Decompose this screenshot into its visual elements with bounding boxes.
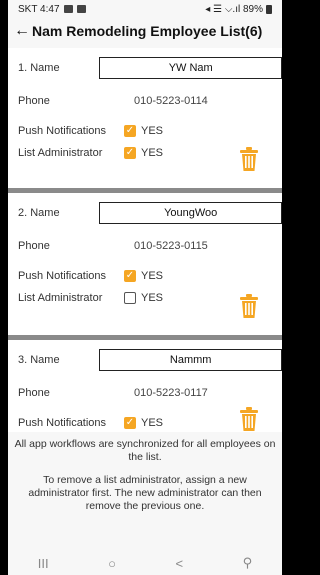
name-input[interactable]: YW Nam — [99, 57, 282, 79]
notice-admin-text: To remove a list administrator, assign a… — [28, 474, 262, 512]
admin-label: List Administrator — [18, 147, 103, 159]
phone-label: Phone — [18, 387, 50, 399]
name-row: 2. Name YoungWoo — [8, 199, 282, 227]
push-checkbox[interactable]: ✓ YES — [124, 417, 163, 429]
status-right: ◂ ☰ ⌵.ıl 89% — [205, 4, 272, 15]
status-left: SKT 4:47 — [18, 4, 86, 15]
employee-card: 3. Name Nammm Phone 010-5223-0117 Push N… — [8, 340, 282, 432]
phone-row: Phone 010-5223-0115 — [8, 227, 282, 265]
name-label: 2. Name — [18, 207, 60, 219]
accessibility-icon[interactable]: ⚲ — [243, 555, 253, 571]
phone-value: 010-5223-0117 — [134, 387, 208, 399]
employee-card: 1. Name YW Nam Phone 010-5223-0114 Push … — [8, 48, 282, 188]
gallery-icon — [63, 5, 73, 13]
admin-label: List Administrator — [18, 292, 103, 304]
name-input[interactable]: Nammm — [99, 349, 282, 371]
back-button[interactable]: < — [176, 556, 184, 571]
battery-icon — [266, 4, 272, 14]
app-bar: ← Nam Remodeling Employee List(6) — [8, 18, 282, 44]
trash-icon[interactable] — [238, 406, 260, 432]
message-icon — [76, 5, 86, 13]
push-row: Push Notifications ✓ YES — [8, 120, 282, 142]
name-row: 1. Name YW Nam — [8, 54, 282, 82]
phone-value: 010-5223-0114 — [134, 95, 208, 107]
phone-label: Phone — [18, 240, 50, 252]
admin-yes-text: YES — [141, 147, 164, 159]
info-notice: All app workflows are synchronized for a… — [8, 432, 282, 550]
admin-checkbox[interactable]: ✓ YES — [124, 147, 163, 159]
admin-yes-text: YES — [141, 292, 164, 304]
notice-sync-text: All app workflows are synchronized for a… — [14, 438, 276, 463]
employee-list: 1. Name YW Nam Phone 010-5223-0114 Push … — [8, 48, 282, 432]
push-yes-text: YES — [141, 417, 164, 429]
push-checkbox[interactable]: ✓ YES — [124, 125, 163, 137]
trash-icon[interactable] — [238, 293, 260, 319]
page-title: Nam Remodeling Employee List(6) — [32, 23, 263, 39]
employee-card: 2. Name YoungWoo Phone 010-5223-0115 Pus… — [8, 193, 282, 335]
name-row: 3. Name Nammm — [8, 346, 282, 374]
phone-label: Phone — [18, 95, 50, 107]
name-label: 3. Name — [18, 354, 60, 366]
status-bar: SKT 4:47 ◂ ☰ ⌵.ıl 89% — [8, 0, 282, 18]
phone-row: Phone 010-5223-0114 — [8, 82, 282, 120]
push-row: Push Notifications ✓ YES — [8, 265, 282, 287]
system-nav-bar: III ○ < ⚲ — [8, 551, 282, 575]
check-icon: ✓ — [124, 270, 136, 282]
checkbox-empty-icon — [124, 292, 136, 304]
push-checkbox[interactable]: ✓ YES — [124, 270, 163, 282]
check-icon: ✓ — [124, 417, 136, 429]
phone-value: 010-5223-0115 — [134, 240, 208, 252]
push-label: Push Notifications — [18, 125, 107, 137]
check-icon: ✓ — [124, 147, 136, 159]
status-indicators: ◂ ☰ ⌵.ıl 89% — [205, 3, 263, 15]
back-arrow-icon[interactable]: ← — [14, 22, 30, 40]
push-label: Push Notifications — [18, 270, 107, 282]
check-icon: ✓ — [124, 125, 136, 137]
name-input[interactable]: YoungWoo — [99, 202, 282, 224]
admin-checkbox[interactable]: YES — [124, 292, 163, 304]
push-yes-text: YES — [141, 270, 164, 282]
recent-apps-button[interactable]: III — [38, 556, 49, 571]
trash-icon[interactable] — [238, 146, 260, 172]
home-button[interactable]: ○ — [108, 556, 116, 571]
phone-screen: SKT 4:47 ◂ ☰ ⌵.ıl 89% ← Nam Remodeling E… — [8, 0, 282, 575]
push-yes-text: YES — [141, 125, 164, 137]
push-label: Push Notifications — [18, 417, 107, 429]
status-time: SKT 4:47 — [18, 3, 60, 15]
name-label: 1. Name — [18, 62, 60, 74]
